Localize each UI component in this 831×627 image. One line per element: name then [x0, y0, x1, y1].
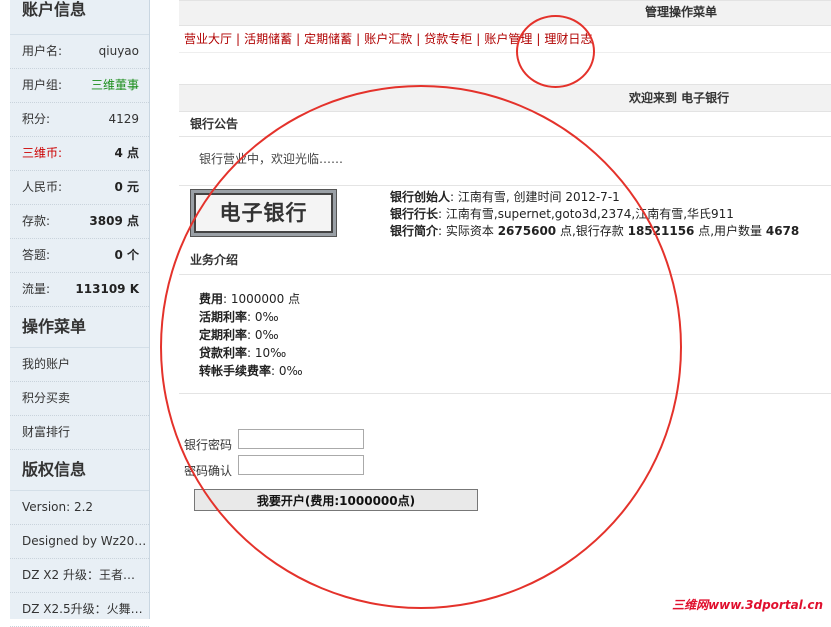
x2-upgrade-text: DZ X2 升级：王者… [22, 568, 135, 582]
account-row-answers: 答题: 0 个 [10, 239, 149, 273]
traffic-label: 流量: [22, 282, 51, 296]
account-row-rmb: 人民币: 0 元 [10, 171, 149, 205]
nav-remittance[interactable]: 账户汇款 [364, 32, 412, 46]
rmb-label: 人民币: [22, 180, 63, 194]
copyright-x2: DZ X2 升级：王者… [10, 559, 149, 593]
topmenu-title: 管理操作菜单 [645, 5, 718, 19]
coins-label: 三维币: [22, 146, 63, 160]
annotation-circle-small [516, 15, 595, 88]
group-value[interactable]: 三维董事 [91, 69, 139, 102]
points-label: 积分: [22, 112, 51, 126]
x25-upgrade-text: DZ X2.5升级：火舞… [22, 602, 143, 616]
answers-value: 0 个 [114, 248, 139, 262]
watermark: 三维网www.3dportal.cn [672, 598, 823, 612]
main-content: 管理操作菜单 营业大厅 | 活期储蓄 | 定期储蓄 | 账户汇款 | 贷款专柜 | 账户管理 | 理财日… [179, 0, 831, 511]
account-row-coins: 三维币: 4 点 [10, 137, 149, 171]
points-value: 4129 [108, 112, 139, 126]
account-row-traffic: 流量: 113109 K [10, 273, 149, 307]
coins-value: 4 点 [114, 146, 139, 160]
traffic-value: 113109 K [75, 282, 139, 296]
copyright-version: Version: 2.2 [10, 491, 149, 525]
brief-text: 点,用户数量 [694, 224, 766, 238]
menu-item-points-trade[interactable]: 积分买卖 [10, 382, 149, 416]
menu-item-label[interactable]: 积分买卖 [22, 382, 70, 415]
topmenu-header: 管理操作菜单 [179, 0, 831, 26]
account-row-deposit: 存款: 3809 点 [10, 205, 149, 239]
menu-item-wealth-rank[interactable]: 财富排行 [10, 416, 149, 450]
copyright-title: 版权信息 [10, 450, 149, 491]
account-row-points: 积分: 4129 [10, 103, 149, 137]
operation-menu-title: 操作菜单 [10, 307, 149, 348]
username-value: qiuyao [98, 44, 139, 58]
nav-demand-deposit[interactable]: 活期储蓄 [244, 32, 292, 46]
deposit-value: 3809 点 [89, 214, 139, 228]
username-label: 用户名: [22, 44, 63, 58]
copyright-x25: DZ X2.5升级：火舞… [10, 593, 149, 627]
account-row-username: 用户名: qiuyao [10, 35, 149, 69]
annotation-circle-large [160, 85, 682, 609]
group-label: 用户组: [22, 78, 63, 92]
welcome-title: 欢迎来到 电子银行 [629, 91, 730, 105]
copyright-designer: Designed by Wz20… [10, 525, 149, 559]
account-row-group: 用户组: 三维董事 [10, 69, 149, 103]
version-text: Version: 2.2 [22, 500, 94, 514]
answers-label: 答题: [22, 248, 51, 262]
sidebar: 账户信息 用户名: qiuyao 用户组: 三维董事 积分: 4129 三维币: 4 点… [10, 0, 150, 627]
deposit-label: 存款: [22, 214, 51, 228]
nav-bar: 营业大厅 | 活期储蓄 | 定期储蓄 | 账户汇款 | 贷款专柜 | 账户管理 | 理财日志 [179, 26, 831, 53]
menu-item-label[interactable]: 财富排行 [22, 416, 70, 449]
menu-item-label[interactable]: 我的账户 [22, 348, 70, 381]
nav-loans[interactable]: 贷款专柜 [424, 32, 472, 46]
menu-item-my-account[interactable]: 我的账户 [10, 348, 149, 382]
account-info-title: 账户信息 [10, 0, 149, 35]
user-count: 4678 [765, 224, 800, 238]
nav-fixed-deposit[interactable]: 定期储蓄 [304, 32, 352, 46]
nav-lobby[interactable]: 营业大厅 [184, 32, 232, 46]
designer-text: Designed by Wz20… [22, 534, 147, 548]
rmb-value: 0 元 [114, 180, 139, 194]
